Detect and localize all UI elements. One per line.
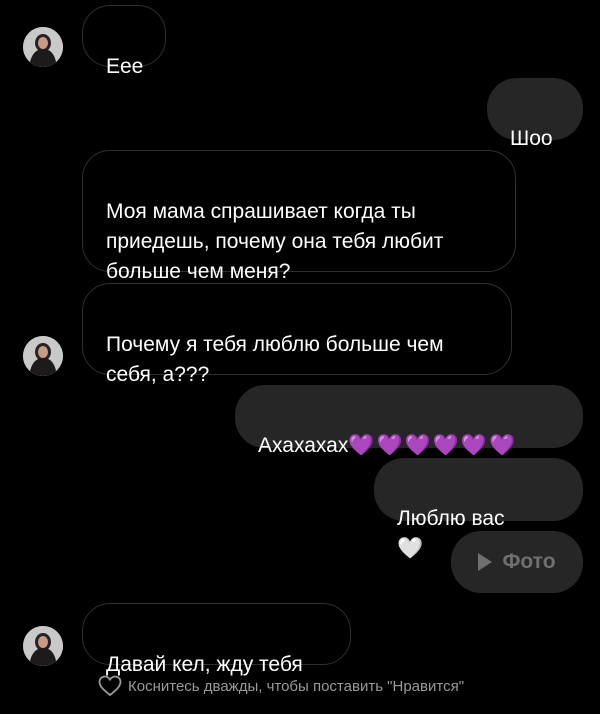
contact-avatar[interactable]: [23, 626, 63, 666]
message-text: Еее: [106, 55, 144, 78]
message-text: Люблю вас: [397, 507, 505, 530]
contact-avatar[interactable]: [23, 27, 63, 67]
avatar-photo-icon: [23, 27, 63, 67]
avatar-photo-icon: [23, 336, 63, 376]
avatar-photo-icon: [23, 626, 63, 666]
message-incoming[interactable]: Еее: [82, 5, 166, 78]
message-outgoing[interactable]: Шоо: [487, 78, 583, 150]
white-heart-emoji: 🤍: [397, 537, 424, 560]
double-tap-like-hint[interactable]: Коснитесь дважды, чтобы поставить "Нрави…: [98, 675, 464, 697]
message-outgoing[interactable]: Люблю вас 🤍: [374, 458, 583, 560]
message-incoming[interactable]: Моя мама спрашивает когда ты приедешь, п…: [82, 150, 516, 283]
message-text: Давай кел, жду тебя: [106, 653, 303, 676]
message-text: Почему я тебя люблю больше чем себя, а??…: [106, 333, 444, 386]
message-incoming[interactable]: Почему я тебя люблю больше чем себя, а??…: [82, 283, 512, 386]
message-text: Шоо: [510, 127, 553, 150]
message-text: Моя мама спрашивает когда ты приедешь, п…: [106, 200, 444, 283]
photo-label: Фото: [502, 550, 556, 573]
purple-hearts-emoji: 💜💜💜💜💜💜: [348, 434, 518, 457]
like-hint-text: Коснитесь дважды, чтобы поставить "Нрави…: [128, 677, 465, 695]
photo-message[interactable]: Фото: [451, 531, 583, 593]
heart-outline-icon: [98, 675, 122, 697]
message-text: Ахахахах: [258, 434, 349, 457]
message-incoming[interactable]: Давай кел, жду тебя: [82, 603, 351, 676]
message-outgoing[interactable]: Ахахахах💜💜💜💜💜💜: [235, 385, 583, 457]
contact-avatar[interactable]: [23, 336, 63, 376]
play-icon: [478, 553, 493, 571]
